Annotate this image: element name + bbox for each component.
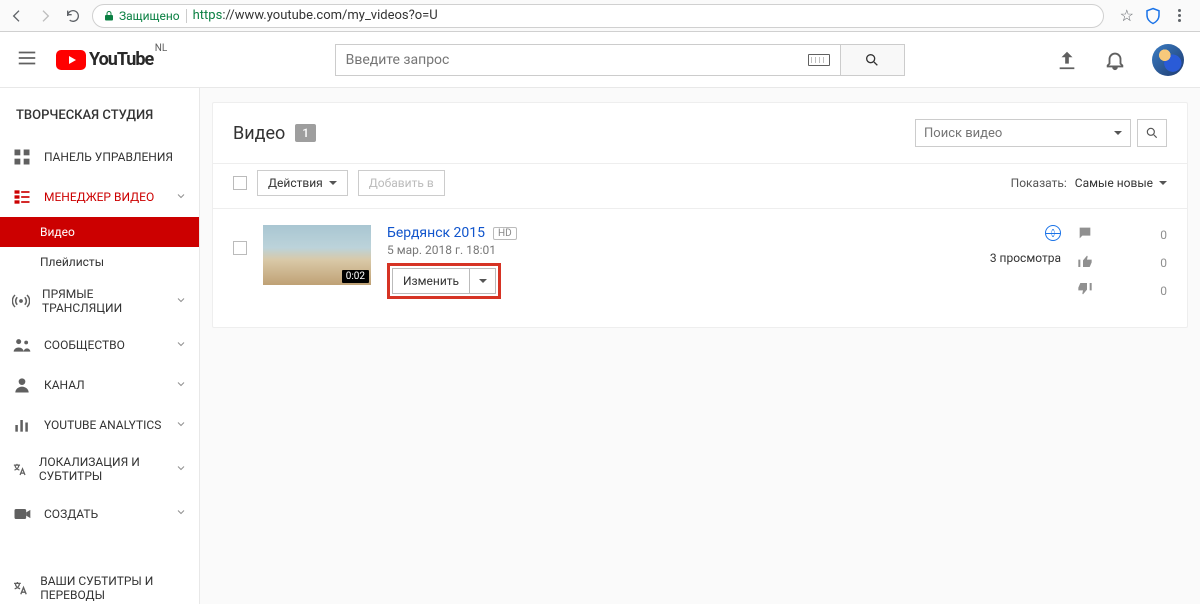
video-duration: 0:02 xyxy=(342,270,369,283)
sidebar-item-dashboard[interactable]: ПАНЕЛЬ УПРАВЛЕНИЯ xyxy=(0,137,199,177)
secure-label: Защищено xyxy=(119,9,180,23)
create-icon xyxy=(12,504,32,524)
channel-icon xyxy=(12,375,32,395)
search-box xyxy=(335,44,905,76)
videos-search[interactable] xyxy=(915,119,1131,147)
upload-icon[interactable] xyxy=(1056,49,1078,71)
videos-panel: Видео 1 Действия Добав xyxy=(212,102,1188,328)
edit-caret-button[interactable] xyxy=(470,268,496,294)
sidebar-item-localization[interactable]: ЛОКАЛИЗАЦИЯ И СУБТИТРЫ xyxy=(0,445,199,494)
sidebar-sub-playlists[interactable]: Плейлисты xyxy=(0,247,199,277)
chevron-down-icon xyxy=(175,462,187,477)
row-checkbox[interactable] xyxy=(233,241,247,255)
sidebar-item-community[interactable]: СООБЩЕСТВО xyxy=(0,325,199,365)
chevron-down-icon xyxy=(175,190,187,205)
avatar[interactable] xyxy=(1152,44,1184,76)
search-input[interactable] xyxy=(346,52,800,68)
caret-down-icon xyxy=(1114,131,1122,135)
videos-search-button[interactable] xyxy=(1137,119,1167,147)
bookmark-star-icon[interactable]: ☆ xyxy=(1120,6,1134,25)
subtitles-icon xyxy=(12,578,28,598)
country-code: NL xyxy=(155,43,168,54)
video-date: 5 мар. 2018 г. 18:01 xyxy=(387,243,895,257)
sidebar: ТВОРЧЕСКАЯ СТУДИЯ ПАНЕЛЬ УПРАВЛЕНИЯ МЕНЕ… xyxy=(0,88,200,604)
like-icon xyxy=(1077,253,1093,273)
edit-button[interactable]: Изменить xyxy=(392,268,470,294)
comment-count: 0 xyxy=(1155,228,1167,242)
video-manager-icon xyxy=(12,187,32,207)
actions-button[interactable]: Действия xyxy=(257,170,348,196)
caret-down-icon xyxy=(1159,181,1167,185)
back-icon[interactable] xyxy=(8,7,26,25)
keyboard-icon[interactable] xyxy=(808,54,830,66)
search-button[interactable] xyxy=(840,44,905,76)
videos-search-input[interactable] xyxy=(924,126,1108,141)
dashboard-icon xyxy=(12,147,32,167)
toolbar: Действия Добавить в Показать: Самые новы… xyxy=(213,163,1187,209)
chevron-down-icon xyxy=(175,506,187,521)
chevron-down-icon xyxy=(175,338,187,353)
sidebar-heading: ТВОРЧЕСКАЯ СТУДИЯ xyxy=(0,98,199,137)
youtube-logo[interactable]: YouTube NL xyxy=(56,49,153,70)
caret-down-icon xyxy=(329,181,337,185)
lock-icon: Защищено xyxy=(103,9,180,23)
browser-menu-icon[interactable] xyxy=(1172,9,1186,22)
hamburger-icon[interactable] xyxy=(16,47,38,73)
browser-toolbar: Защищено https://www.youtube.com/my_vide… xyxy=(0,0,1200,32)
show-label: Показать: xyxy=(1011,176,1067,190)
sidebar-item-channel[interactable]: КАНАЛ xyxy=(0,365,199,405)
address-bar[interactable]: Защищено https://www.youtube.com/my_vide… xyxy=(92,4,1104,28)
main-content: Видео 1 Действия Добав xyxy=(200,88,1200,604)
caret-down-icon xyxy=(479,279,487,283)
url-text: https://www.youtube.com/my_videos?o=U xyxy=(193,8,438,23)
select-all-checkbox[interactable] xyxy=(233,176,247,190)
dislike-icon xyxy=(1077,281,1093,301)
shield-icon[interactable] xyxy=(1144,7,1162,25)
addto-button[interactable]: Добавить в xyxy=(358,170,445,196)
youtube-play-icon xyxy=(56,50,86,70)
sidebar-item-your-subs[interactable]: ВАШИ СУБТИТРЫ И ПЕРЕВОДЫ xyxy=(0,564,199,613)
page-title: Видео 1 xyxy=(233,123,316,144)
edit-button-highlight: Изменить xyxy=(387,263,501,299)
reload-icon[interactable] xyxy=(64,7,82,25)
visibility-public-icon xyxy=(1045,225,1061,241)
chevron-down-icon xyxy=(175,294,187,309)
forward-icon[interactable] xyxy=(36,7,54,25)
dislike-count: 0 xyxy=(1155,284,1167,298)
engagement-block: 0 0 0 xyxy=(1077,225,1167,301)
masthead: YouTube NL xyxy=(0,32,1200,88)
like-count: 0 xyxy=(1155,256,1167,270)
sort-select[interactable]: Самые новые xyxy=(1075,176,1167,190)
sidebar-item-analytics[interactable]: YOUTUBE ANALYTICS xyxy=(0,405,199,445)
sidebar-sub-videos[interactable]: Видео xyxy=(0,217,199,247)
analytics-icon xyxy=(12,415,32,435)
bell-icon[interactable] xyxy=(1104,49,1126,71)
video-thumbnail[interactable]: 0:02 xyxy=(263,225,371,285)
community-icon xyxy=(12,335,32,355)
live-icon xyxy=(12,291,30,311)
sidebar-item-create[interactable]: СОЗДАТЬ xyxy=(0,494,199,534)
chevron-down-icon xyxy=(175,418,187,433)
view-count: 3 просмотра xyxy=(911,251,1061,265)
chevron-down-icon xyxy=(175,378,187,393)
sidebar-item-video-manager[interactable]: МЕНЕДЖЕР ВИДЕО xyxy=(0,177,199,217)
hd-badge: HD xyxy=(493,227,517,240)
sidebar-item-live[interactable]: ПРЯМЫЕ ТРАНСЛЯЦИИ xyxy=(0,277,199,325)
comment-icon xyxy=(1077,225,1093,245)
video-row: 0:02 Бердянск 2015 HD 5 мар. 2018 г. 18:… xyxy=(213,209,1187,327)
video-title-link[interactable]: Бердянск 2015 xyxy=(387,225,485,241)
translate-icon xyxy=(12,459,27,479)
video-count-badge: 1 xyxy=(295,124,316,142)
